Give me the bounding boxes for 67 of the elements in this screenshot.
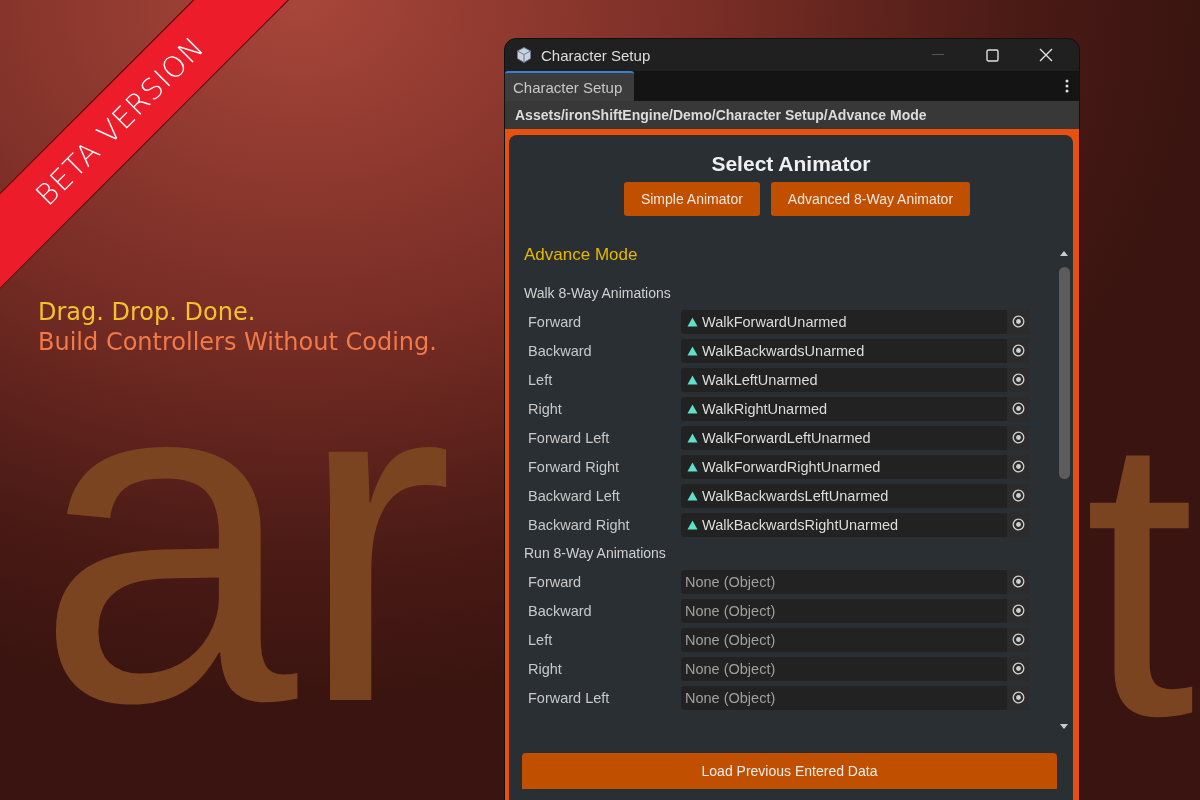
mode-title: Advance Mode [524, 245, 639, 266]
field-label: Backward [527, 602, 593, 619]
more-menu-icon[interactable] [1065, 79, 1069, 93]
animation-clip-icon [687, 403, 698, 414]
tab[interactable]: Character Setup [505, 71, 635, 101]
panel-title: Select Animator [710, 152, 872, 176]
object-picker-icon[interactable] [1011, 402, 1025, 415]
object-field[interactable]: None (Object) [681, 685, 1029, 710]
section-title: Run 8-Way Animations [524, 545, 667, 563]
object-field[interactable]: None (Object) [681, 569, 1029, 594]
object-picker-icon[interactable] [1011, 431, 1025, 444]
object-picker-icon[interactable] [1011, 633, 1025, 646]
object-field[interactable]: WalkBackwardsLeftUnarmed [681, 483, 1029, 508]
field-label: Backward Right [527, 516, 631, 533]
cube-icon [515, 46, 533, 64]
background-lettering: t [1084, 436, 1196, 716]
animator-button[interactable]: Advanced 8-Way Animator [770, 182, 971, 216]
object-picker-icon[interactable] [1011, 373, 1025, 386]
object-picker-icon[interactable] [1011, 691, 1025, 704]
animation-clip-icon [687, 490, 698, 501]
object-picker-icon[interactable] [1011, 315, 1025, 328]
animation-clip-icon [687, 345, 698, 356]
field-label: Right [527, 400, 563, 417]
scroll-down-icon[interactable] [1059, 723, 1069, 731]
asset-path: Assets/ironShiftEngine/Demo/Character Setup/Advance Mode [505, 101, 1079, 129]
field-label: Left [527, 371, 554, 388]
field-label: Forward [527, 573, 583, 590]
animation-clip-icon [687, 461, 698, 472]
animator-button[interactable]: Simple Animator [623, 182, 760, 216]
object-picker-icon[interactable] [1011, 604, 1025, 617]
load-button[interactable]: Load Previous Entered Data [522, 753, 1057, 789]
close-icon[interactable] [1039, 48, 1053, 62]
object-picker-icon[interactable] [1011, 489, 1025, 502]
animation-clip-icon [687, 374, 698, 385]
field-label: Right [527, 660, 563, 677]
field-label: Left [527, 631, 554, 648]
animation-clip-icon [687, 432, 698, 443]
object-field[interactable]: WalkForwardLeftUnarmed [681, 425, 1029, 450]
section-title: Walk 8-Way Animations [524, 285, 672, 303]
object-field[interactable]: WalkForwardUnarmed [681, 309, 1029, 334]
object-picker-icon[interactable] [1011, 662, 1025, 675]
scroll-up-icon[interactable] [1059, 249, 1069, 257]
field-label: Forward Left [527, 429, 611, 446]
object-field[interactable]: None (Object) [681, 656, 1029, 681]
headline: Drag. Drop. Done. [38, 298, 257, 326]
object-field[interactable]: WalkForwardRightUnarmed [681, 454, 1029, 479]
animation-clip-icon [687, 316, 698, 327]
background-lettering: ar [36, 365, 454, 710]
field-label: Backward Left [527, 487, 621, 504]
window-title: Character Setup [541, 46, 652, 64]
object-field[interactable]: WalkBackwardsUnarmed [681, 338, 1029, 363]
maximize-icon[interactable] [985, 48, 999, 62]
object-field[interactable]: WalkBackwardsRightUnarmed [681, 512, 1029, 537]
object-picker-icon[interactable] [1011, 575, 1025, 588]
object-picker-icon[interactable] [1011, 344, 1025, 357]
field-label: Forward Left [527, 689, 611, 706]
object-picker-icon[interactable] [1011, 518, 1025, 531]
object-field[interactable]: None (Object) [681, 627, 1029, 652]
field-label: Forward [527, 313, 583, 330]
field-label: Backward [527, 342, 593, 359]
object-picker-icon[interactable] [1011, 460, 1025, 473]
object-field[interactable]: WalkLeftUnarmed [681, 367, 1029, 392]
animation-clip-icon [687, 519, 698, 530]
field-label: Forward Right [527, 458, 621, 475]
subline: Build Controllers Without Coding. [38, 328, 437, 356]
object-field[interactable]: WalkRightUnarmed [681, 396, 1029, 421]
object-field[interactable]: None (Object) [681, 598, 1029, 623]
